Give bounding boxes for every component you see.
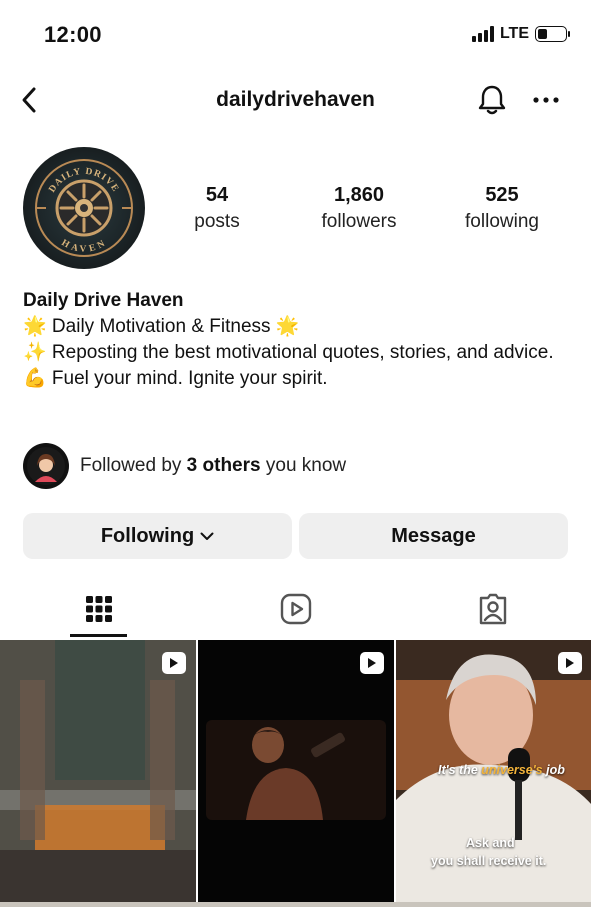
- post-caption-line-3: you shall receive it.: [431, 854, 547, 868]
- active-tab-indicator: [70, 634, 127, 637]
- grid-post-3[interactable]: It's the universe's job Ask and you shal…: [396, 640, 591, 902]
- followed-by[interactable]: Followed by 3 others you know: [23, 443, 346, 489]
- bio-line-2: ✨ Reposting the best motivational quotes…: [23, 342, 554, 363]
- reel-badge-icon: [360, 652, 384, 674]
- stat-posts-label: posts: [194, 211, 240, 232]
- followed-by-text: Followed by 3 others you know: [80, 455, 347, 476]
- bio-line-1: 🌟 Daily Motivation & Fitness 🌟: [23, 316, 300, 337]
- following-button[interactable]: Following: [23, 513, 292, 559]
- tab-tagged[interactable]: [394, 578, 591, 640]
- stat-posts-value: 54: [205, 184, 229, 206]
- stat-posts[interactable]: 54 posts: [147, 184, 287, 233]
- bio-line-3: 💪 Fuel your mind. Ignite your spirit.: [23, 368, 328, 389]
- reel-badge-icon: [558, 652, 582, 674]
- signal-icon: [471, 26, 494, 42]
- notifications-button[interactable]: [474, 82, 510, 118]
- tab-reels[interactable]: [197, 578, 394, 640]
- stat-followers-label: followers: [321, 211, 397, 232]
- battery-icon: [535, 26, 570, 42]
- post-thumbnail-1: [0, 640, 196, 902]
- stat-following-label: following: [465, 211, 539, 232]
- follower-avatar: [23, 443, 69, 489]
- post-thumbnail-2: [198, 640, 394, 902]
- tagged-icon: [479, 593, 506, 625]
- status-bar: 12:00 LTE: [0, 0, 591, 70]
- chevron-down-icon: [200, 532, 214, 540]
- stat-followers-value: 1,860: [333, 184, 385, 206]
- profile-tabs: [0, 578, 591, 640]
- message-button[interactable]: Message: [299, 513, 568, 559]
- post-caption-line-1: It's the universe's job: [438, 763, 565, 777]
- reels-icon: [280, 593, 311, 625]
- grid-post-1[interactable]: [0, 640, 196, 902]
- more-options-button[interactable]: [528, 82, 564, 118]
- reel-badge-icon: [162, 652, 186, 674]
- more-horizontal-icon: [533, 97, 559, 103]
- message-button-label: Message: [391, 524, 476, 547]
- follower-avatar-icon: [27, 447, 65, 485]
- tab-posts-grid[interactable]: [0, 578, 197, 640]
- status-indicators: LTE: [471, 25, 570, 43]
- post-caption-line-2: Ask and: [466, 836, 515, 850]
- stat-followers[interactable]: 1,860 followers: [289, 184, 429, 233]
- grid-icon: [85, 596, 112, 622]
- next-row-preview: [0, 902, 591, 907]
- following-button-label: Following: [100, 524, 195, 547]
- profile-bio: Daily Drive Haven 🌟 Daily Motivation & F…: [23, 288, 563, 392]
- bell-icon: [478, 85, 506, 115]
- wheel-logo-icon: DAILY DRIVE HAVEN: [35, 159, 133, 257]
- status-time: 12:00: [44, 22, 102, 47]
- posts-grid: It's the universe's job Ask and you shal…: [0, 640, 591, 907]
- network-label: LTE: [499, 25, 529, 42]
- grid-post-2[interactable]: [198, 640, 394, 902]
- profile-avatar[interactable]: DAILY DRIVE HAVEN: [23, 147, 145, 269]
- stat-following-value: 525: [485, 184, 519, 206]
- display-name: Daily Drive Haven: [23, 290, 184, 311]
- profile-header: dailydrivehaven: [0, 78, 591, 122]
- stat-following[interactable]: 525 following: [432, 184, 572, 233]
